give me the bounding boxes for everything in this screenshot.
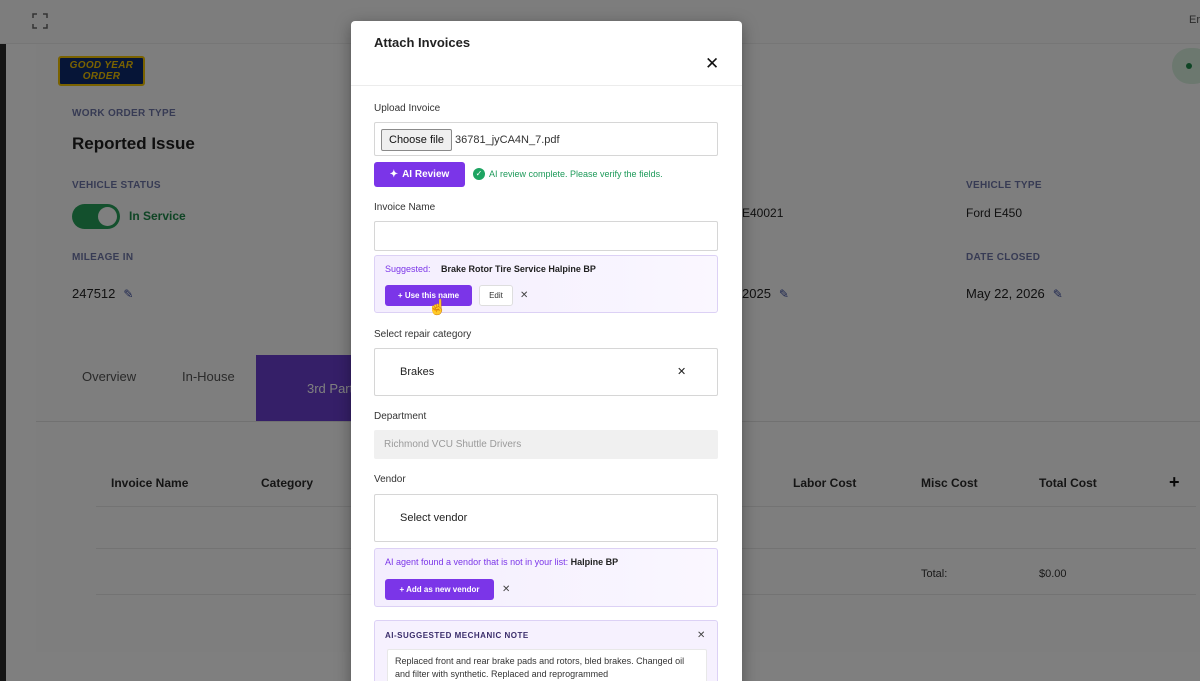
modal-header-divider (351, 85, 742, 86)
vendor-suggestion-box: AI agent found a vendor that is not in y… (374, 548, 718, 607)
ai-review-status: AI review complete. Please verify the fi… (489, 169, 663, 179)
close-icon[interactable]: ✕ (705, 54, 719, 74)
department-label: Department (374, 411, 427, 422)
department-value: Richmond VCU Shuttle Drivers (384, 439, 522, 450)
edit-suggestion-button[interactable]: Edit (479, 285, 513, 306)
ai-review-button[interactable]: ✦ AI Review (374, 162, 465, 187)
invoice-name-input[interactable] (374, 221, 718, 251)
check-circle-icon: ✓ (473, 168, 485, 180)
file-name: 36781_jyCA4N_7.pdf (455, 134, 560, 146)
attach-invoices-modal: Attach Invoices ✕ Upload Invoice Choose … (351, 21, 742, 681)
mechanic-note-title: AI-SUGGESTED MECHANIC NOTE (385, 631, 529, 640)
dismiss-vendor-icon[interactable]: ✕ (502, 584, 510, 595)
suggested-name-box: Suggested: Brake Rotor Tire Service Halp… (374, 255, 718, 313)
vendor-found-name: Halpine BP (570, 557, 619, 567)
vendor-found-text: AI agent found a vendor that is not in y… (385, 557, 569, 567)
suggested-label: Suggested: (385, 264, 431, 274)
repair-category-select[interactable]: Brakes ✕ (374, 348, 718, 396)
ai-review-label: AI Review (402, 169, 450, 180)
mechanic-note-text[interactable]: Replaced front and rear brake pads and r… (387, 649, 707, 681)
vendor-label: Vendor (374, 474, 406, 485)
choose-file-button[interactable]: Choose file (381, 129, 453, 151)
vendor-select[interactable]: Select vendor (374, 494, 718, 542)
upload-invoice-label: Upload Invoice (374, 103, 441, 114)
close-note-icon[interactable]: ✕ (697, 630, 705, 641)
clear-category-icon[interactable]: ✕ (677, 365, 686, 378)
repair-category-value: Brakes (400, 366, 435, 378)
pointer-hand-icon: ☝ (428, 299, 447, 316)
modal-title: Attach Invoices (374, 35, 471, 50)
sparkle-icon: ✦ (389, 169, 399, 180)
invoice-name-label: Invoice Name (374, 202, 436, 213)
dismiss-suggestion-icon[interactable]: ✕ (520, 290, 528, 301)
file-input[interactable]: Choose file 36781_jyCA4N_7.pdf (374, 122, 718, 156)
vendor-found-message: AI agent found a vendor that is not in y… (385, 557, 618, 567)
mechanic-note-box: AI-SUGGESTED MECHANIC NOTE ✕ Replaced fr… (374, 620, 718, 681)
department-field: Richmond VCU Shuttle Drivers (374, 430, 718, 459)
repair-category-label: Select repair category (374, 329, 472, 340)
vendor-placeholder: Select vendor (400, 512, 468, 524)
suggested-name: Brake Rotor Tire Service Halpine BP (441, 264, 596, 274)
add-new-vendor-button[interactable]: + Add as new vendor (385, 579, 494, 600)
